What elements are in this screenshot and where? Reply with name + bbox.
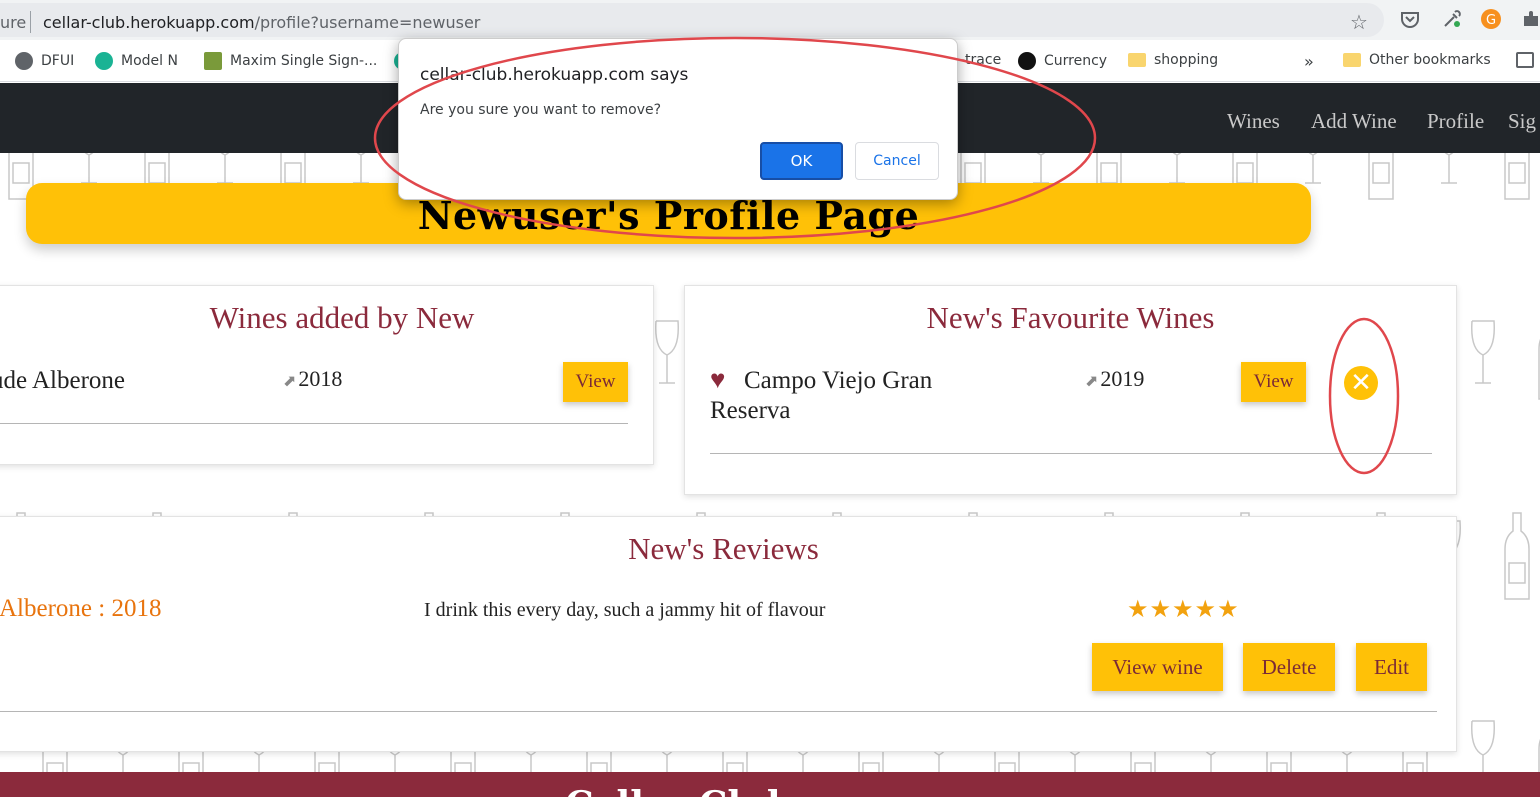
footer-title: Cellar Club xyxy=(565,784,792,797)
ok-button[interactable]: OK xyxy=(760,142,843,180)
glass-pattern-icon xyxy=(81,153,97,184)
bookmark-maxim-sso[interactable]: Maxim Single Sign-... xyxy=(204,52,377,70)
favourite-wine-name-line2: Reserva xyxy=(710,397,791,424)
address-bar[interactable]: ure cellar-club.herokuapp.com/profile?us… xyxy=(0,3,1384,37)
review-wine-link[interactable]: Alberone : 2018 xyxy=(0,595,161,623)
bookmark-currency[interactable]: Currency xyxy=(1018,52,1107,70)
reviews-card: New's Reviews Alberone : 2018 I drink th… xyxy=(0,516,1457,752)
edit-review-button[interactable]: Edit xyxy=(1356,643,1427,691)
item-divider xyxy=(0,423,628,424)
site-footer: Cellar Club xyxy=(0,772,1540,797)
url-path: /profile?username=newuser xyxy=(254,13,481,32)
dialog-message: Are you sure you want to remove? xyxy=(420,102,662,118)
bookmark-shopping[interactable]: shopping xyxy=(1128,52,1218,68)
currency-icon xyxy=(1018,52,1036,70)
item-divider xyxy=(0,711,1437,712)
glass-pattern-icon xyxy=(1033,153,1049,184)
glass-pattern-icon xyxy=(217,153,233,184)
wine-year-value: 2019 xyxy=(1100,366,1145,391)
view-wine-button[interactable]: View wine xyxy=(1092,643,1223,691)
bookmark-star-icon[interactable]: ☆ xyxy=(1350,10,1368,35)
bookmark-label: shopping xyxy=(1154,52,1219,68)
bookmark-model-n[interactable]: Model N xyxy=(95,52,178,70)
bottle-icon: ⬈ xyxy=(1085,373,1099,390)
nav-sign[interactable]: Sig xyxy=(1508,109,1536,134)
favourite-wine-name-line1: Campo Viejo Gran xyxy=(744,367,933,394)
glass-pattern-icon xyxy=(1305,153,1321,184)
bottle-pattern-icon xyxy=(1504,512,1530,600)
bookmark-dfui[interactable]: DFUI xyxy=(15,52,74,70)
bottle-pattern-icon xyxy=(1368,153,1394,200)
eyedropper-icon[interactable] xyxy=(1441,8,1463,30)
grammarly-icon[interactable]: G xyxy=(1480,8,1502,30)
pocket-icon[interactable] xyxy=(1399,8,1421,30)
glass-pattern-icon xyxy=(353,153,369,184)
bookmarks-overflow-button[interactable]: » xyxy=(1304,52,1314,71)
cancel-button[interactable]: Cancel xyxy=(855,142,939,180)
maxim-icon xyxy=(204,52,222,70)
bookmark-label: DFUI xyxy=(41,53,75,69)
reviews-title: New's Reviews xyxy=(628,531,819,566)
wine-year-value: 2018 xyxy=(298,366,343,391)
wines-added-card: Wines added by New ude Alberone ⬈2018 Vi… xyxy=(0,285,654,465)
bottle-pattern-icon xyxy=(1504,153,1530,200)
bookmark-label: Model N xyxy=(121,53,178,69)
globe-icon xyxy=(15,52,33,70)
bookmark-trace[interactable]: -trace xyxy=(960,52,1001,68)
other-bookmarks[interactable]: Other bookmarks xyxy=(1343,52,1491,68)
folder-icon xyxy=(1343,53,1361,67)
extensions-puzzle-icon[interactable] xyxy=(1520,8,1540,30)
wines-added-title: Wines added by New xyxy=(209,300,475,335)
nav-wines[interactable]: Wines xyxy=(1227,109,1280,134)
favourite-wines-card: New's Favourite Wines ♥ Campo Viejo Gran… xyxy=(684,285,1457,495)
glass-pattern-icon xyxy=(1470,320,1496,384)
nav-profile[interactable]: Profile xyxy=(1427,109,1484,134)
wine-year: ⬈2019 xyxy=(1085,366,1144,392)
url-security-label: ure xyxy=(0,13,27,32)
bookmark-label: -trace xyxy=(960,52,1002,68)
folder-icon xyxy=(1128,53,1146,67)
rating-stars: ★★★★★ xyxy=(1127,595,1240,623)
glass-pattern-icon xyxy=(1441,153,1457,184)
url-separator xyxy=(30,11,31,33)
bookmark-label: Other bookmarks xyxy=(1369,52,1491,68)
glass-pattern-icon xyxy=(1169,153,1185,184)
bottle-icon: ⬈ xyxy=(283,373,297,390)
view-wine-button[interactable]: View xyxy=(563,362,628,402)
favourites-title: New's Favourite Wines xyxy=(926,300,1215,335)
remove-favourite-icon[interactable]: ✕ xyxy=(1344,366,1378,400)
nav-add-wine[interactable]: Add Wine xyxy=(1311,109,1397,134)
dialog-origin: cellar-club.herokuapp.com says xyxy=(420,65,689,85)
wine-name: ude Alberone xyxy=(0,367,125,394)
bookmark-label: Maxim Single Sign-... xyxy=(230,53,378,69)
review-text: I drink this every day, such a jammy hit… xyxy=(424,599,826,621)
glass-pattern-icon xyxy=(1470,720,1496,773)
reading-list-icon[interactable] xyxy=(1516,52,1534,68)
svg-text:G: G xyxy=(1486,13,1496,28)
wine-year: ⬈2018 xyxy=(283,366,342,392)
view-wine-button[interactable]: View xyxy=(1241,362,1306,402)
bookmark-label: Currency xyxy=(1044,53,1108,69)
url-text[interactable]: cellar-club.herokuapp.com/profile?userna… xyxy=(43,13,480,32)
delete-review-button[interactable]: Delete xyxy=(1243,643,1335,691)
confirm-dialog: cellar-club.herokuapp.com says Are you s… xyxy=(398,38,958,200)
url-host: cellar-club.herokuapp.com xyxy=(43,13,255,32)
browser-toolbar: ure cellar-club.herokuapp.com/profile?us… xyxy=(0,0,1540,40)
model-n-icon xyxy=(95,52,113,70)
heart-icon: ♥ xyxy=(710,364,726,394)
item-divider xyxy=(710,453,1432,454)
